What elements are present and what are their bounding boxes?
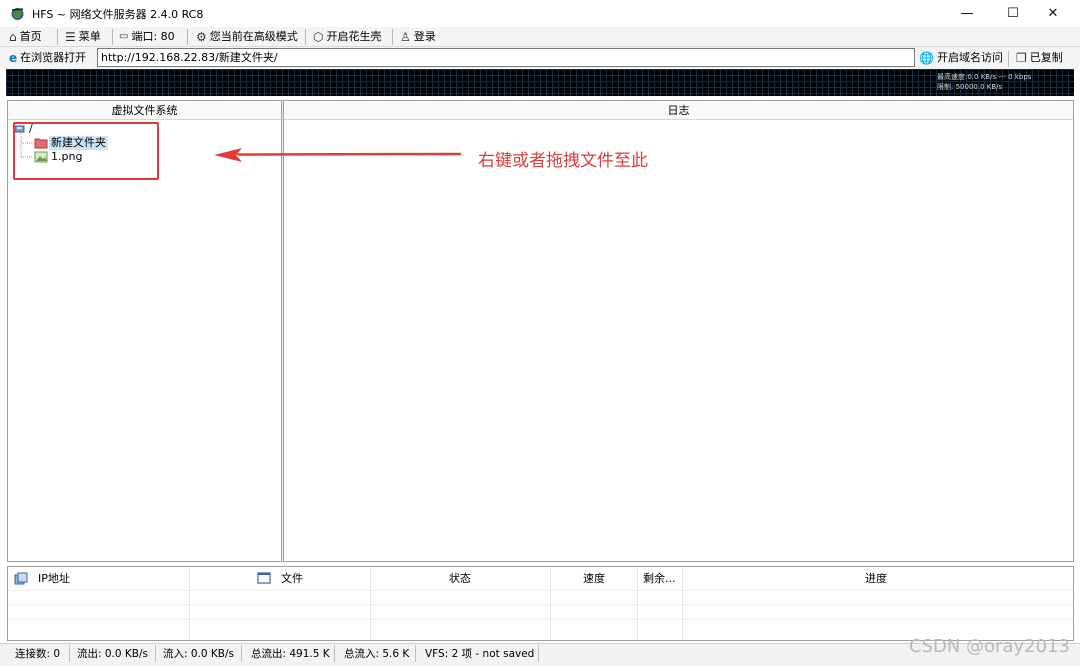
globe-icon: 🌐 [919, 51, 934, 65]
user-icon: ♙ [400, 30, 411, 44]
window-title: HFS ~ 网络文件服务器 2.4.0 RC8 [32, 8, 204, 21]
login-label: 登录 [413, 30, 436, 43]
home-icon: ⌂ [9, 30, 17, 44]
domain-access-button[interactable]: 🌐 开启域名访问 [919, 50, 1003, 66]
home-label: 首页 [19, 30, 42, 43]
open-in-browser-button[interactable]: e 在浏览器打开 [9, 50, 86, 66]
open-in-browser-label: 在浏览器打开 [20, 51, 87, 64]
table-row-divider [8, 604, 1073, 605]
home-button[interactable]: ⌂ 首页 [9, 29, 42, 45]
status-out: 流出: 0.0 KB/s [77, 648, 149, 660]
copy-icon: ❐ [1016, 51, 1027, 65]
network-port-icon: ▭ [119, 31, 129, 42]
status-vfs[interactable]: VFS: 2 项 - not saved [425, 646, 534, 662]
toolbar-divider [112, 29, 113, 45]
bandwidth-graph [6, 69, 1074, 96]
column-header-remaining[interactable]: 剩余... [643, 568, 676, 590]
mode-label: 您当前在高级模式 [209, 30, 298, 43]
toolbar-divider [187, 29, 188, 45]
table-row-divider [8, 619, 1073, 620]
toolbar-divider [57, 29, 58, 45]
browser-icon: e [9, 51, 18, 65]
limit-readout: 限制: 50000.0 KB/s [937, 83, 1003, 91]
port-button[interactable]: ▭ 端口: 80 [119, 29, 175, 45]
mode-icon: ⚙ [196, 30, 207, 44]
column-header-ip[interactable]: IP地址 [38, 568, 70, 590]
highlight-box [13, 122, 159, 180]
speed-readout: 最高速度:0.0 KB/s --- 0 kbps [937, 73, 1032, 81]
column-header-status[interactable]: 状态 [449, 568, 471, 590]
vfs-header: 虚拟文件系统 [8, 101, 281, 120]
watermark: CSDN @oray2013 [909, 636, 1070, 657]
column-header-file[interactable]: 文件 [281, 568, 303, 590]
url-field[interactable]: http://192.168.22.83/新建文件夹/ [97, 48, 915, 67]
toolbar-divider [305, 29, 306, 45]
status-divider [241, 645, 242, 662]
file-column-icon [257, 572, 271, 584]
login-button[interactable]: ♙ 登录 [400, 29, 436, 45]
column-header-progress[interactable]: 进度 [865, 568, 887, 590]
status-divider [69, 645, 70, 662]
status-divider [334, 645, 335, 662]
app-icon [11, 8, 24, 20]
status-divider [538, 645, 539, 662]
status-divider [155, 645, 156, 662]
menu-icon: ☰ [65, 30, 76, 44]
close-button[interactable]: ✕ [1030, 0, 1076, 27]
status-total-out: 总流出: 491.5 K [251, 648, 330, 660]
toolbar-divider [392, 29, 393, 45]
log-panel[interactable] [283, 100, 1074, 562]
peanut-shell-button[interactable]: ⬡ 开启花生壳 [313, 29, 381, 45]
domain-access-label: 开启域名访问 [936, 51, 1003, 64]
annotation-text: 右键或者拖拽文件至此 [478, 151, 648, 171]
menu-label: 菜单 [78, 30, 101, 43]
status-in: 流入: 0.0 KB/s [163, 648, 235, 660]
status-connections: 连接数: 0 [15, 648, 61, 660]
annotation-arrow [214, 148, 462, 162]
copied-label: 已复制 [1029, 51, 1063, 64]
connections-icon [14, 572, 28, 586]
status-total-in: 总流入: 5.6 K [344, 648, 410, 660]
copied-button[interactable]: ❐ 已复制 [1016, 50, 1063, 66]
minimize-button[interactable]: — [944, 0, 990, 27]
status-divider [415, 645, 416, 662]
port-label: 端口: 80 [131, 30, 175, 43]
log-header: 日志 [284, 101, 1073, 120]
peanut-shell-label: 开启花生壳 [326, 30, 382, 43]
box-icon: ⬡ [313, 30, 324, 44]
mode-button[interactable]: ⚙ 您当前在高级模式 [196, 29, 298, 45]
table-row-divider [8, 590, 1073, 591]
toolbar-divider [1008, 51, 1009, 67]
menu-button[interactable]: ☰ 菜单 [65, 29, 101, 45]
column-header-speed[interactable]: 速度 [583, 568, 605, 590]
